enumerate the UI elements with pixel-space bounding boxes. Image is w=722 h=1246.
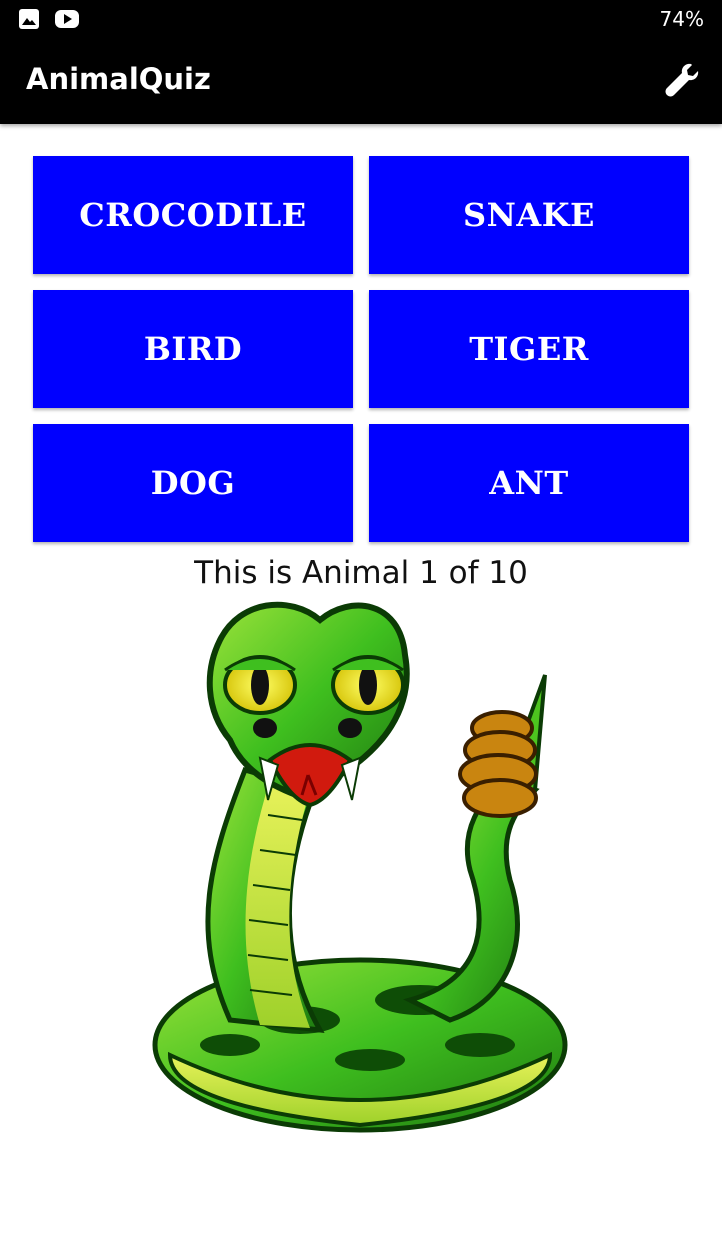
app-bar: AnimalQuiz [0,40,722,124]
answer-button-ant[interactable]: ANT [369,424,689,542]
status-bar: 74% [0,0,722,40]
app-title: AnimalQuiz [26,62,211,96]
image-icon [19,9,39,29]
answer-button-tiger[interactable]: TIGER [369,290,689,408]
wrench-icon [665,63,699,97]
question-progress: This is Animal 1 of 10 [194,555,528,591]
settings-button[interactable] [662,60,702,100]
rattle [458,710,538,818]
answer-button-crocodile[interactable]: CROCODILE [33,156,353,274]
battery-level: 74% [659,7,704,31]
answer-button-snake[interactable]: SNAKE [369,156,689,274]
snake-illustration [152,601,568,1133]
notification-icons [18,8,80,30]
answer-button-bird[interactable]: BIRD [33,290,353,408]
answer-button-dog[interactable]: DOG [33,424,353,542]
youtube-icon [55,10,79,28]
